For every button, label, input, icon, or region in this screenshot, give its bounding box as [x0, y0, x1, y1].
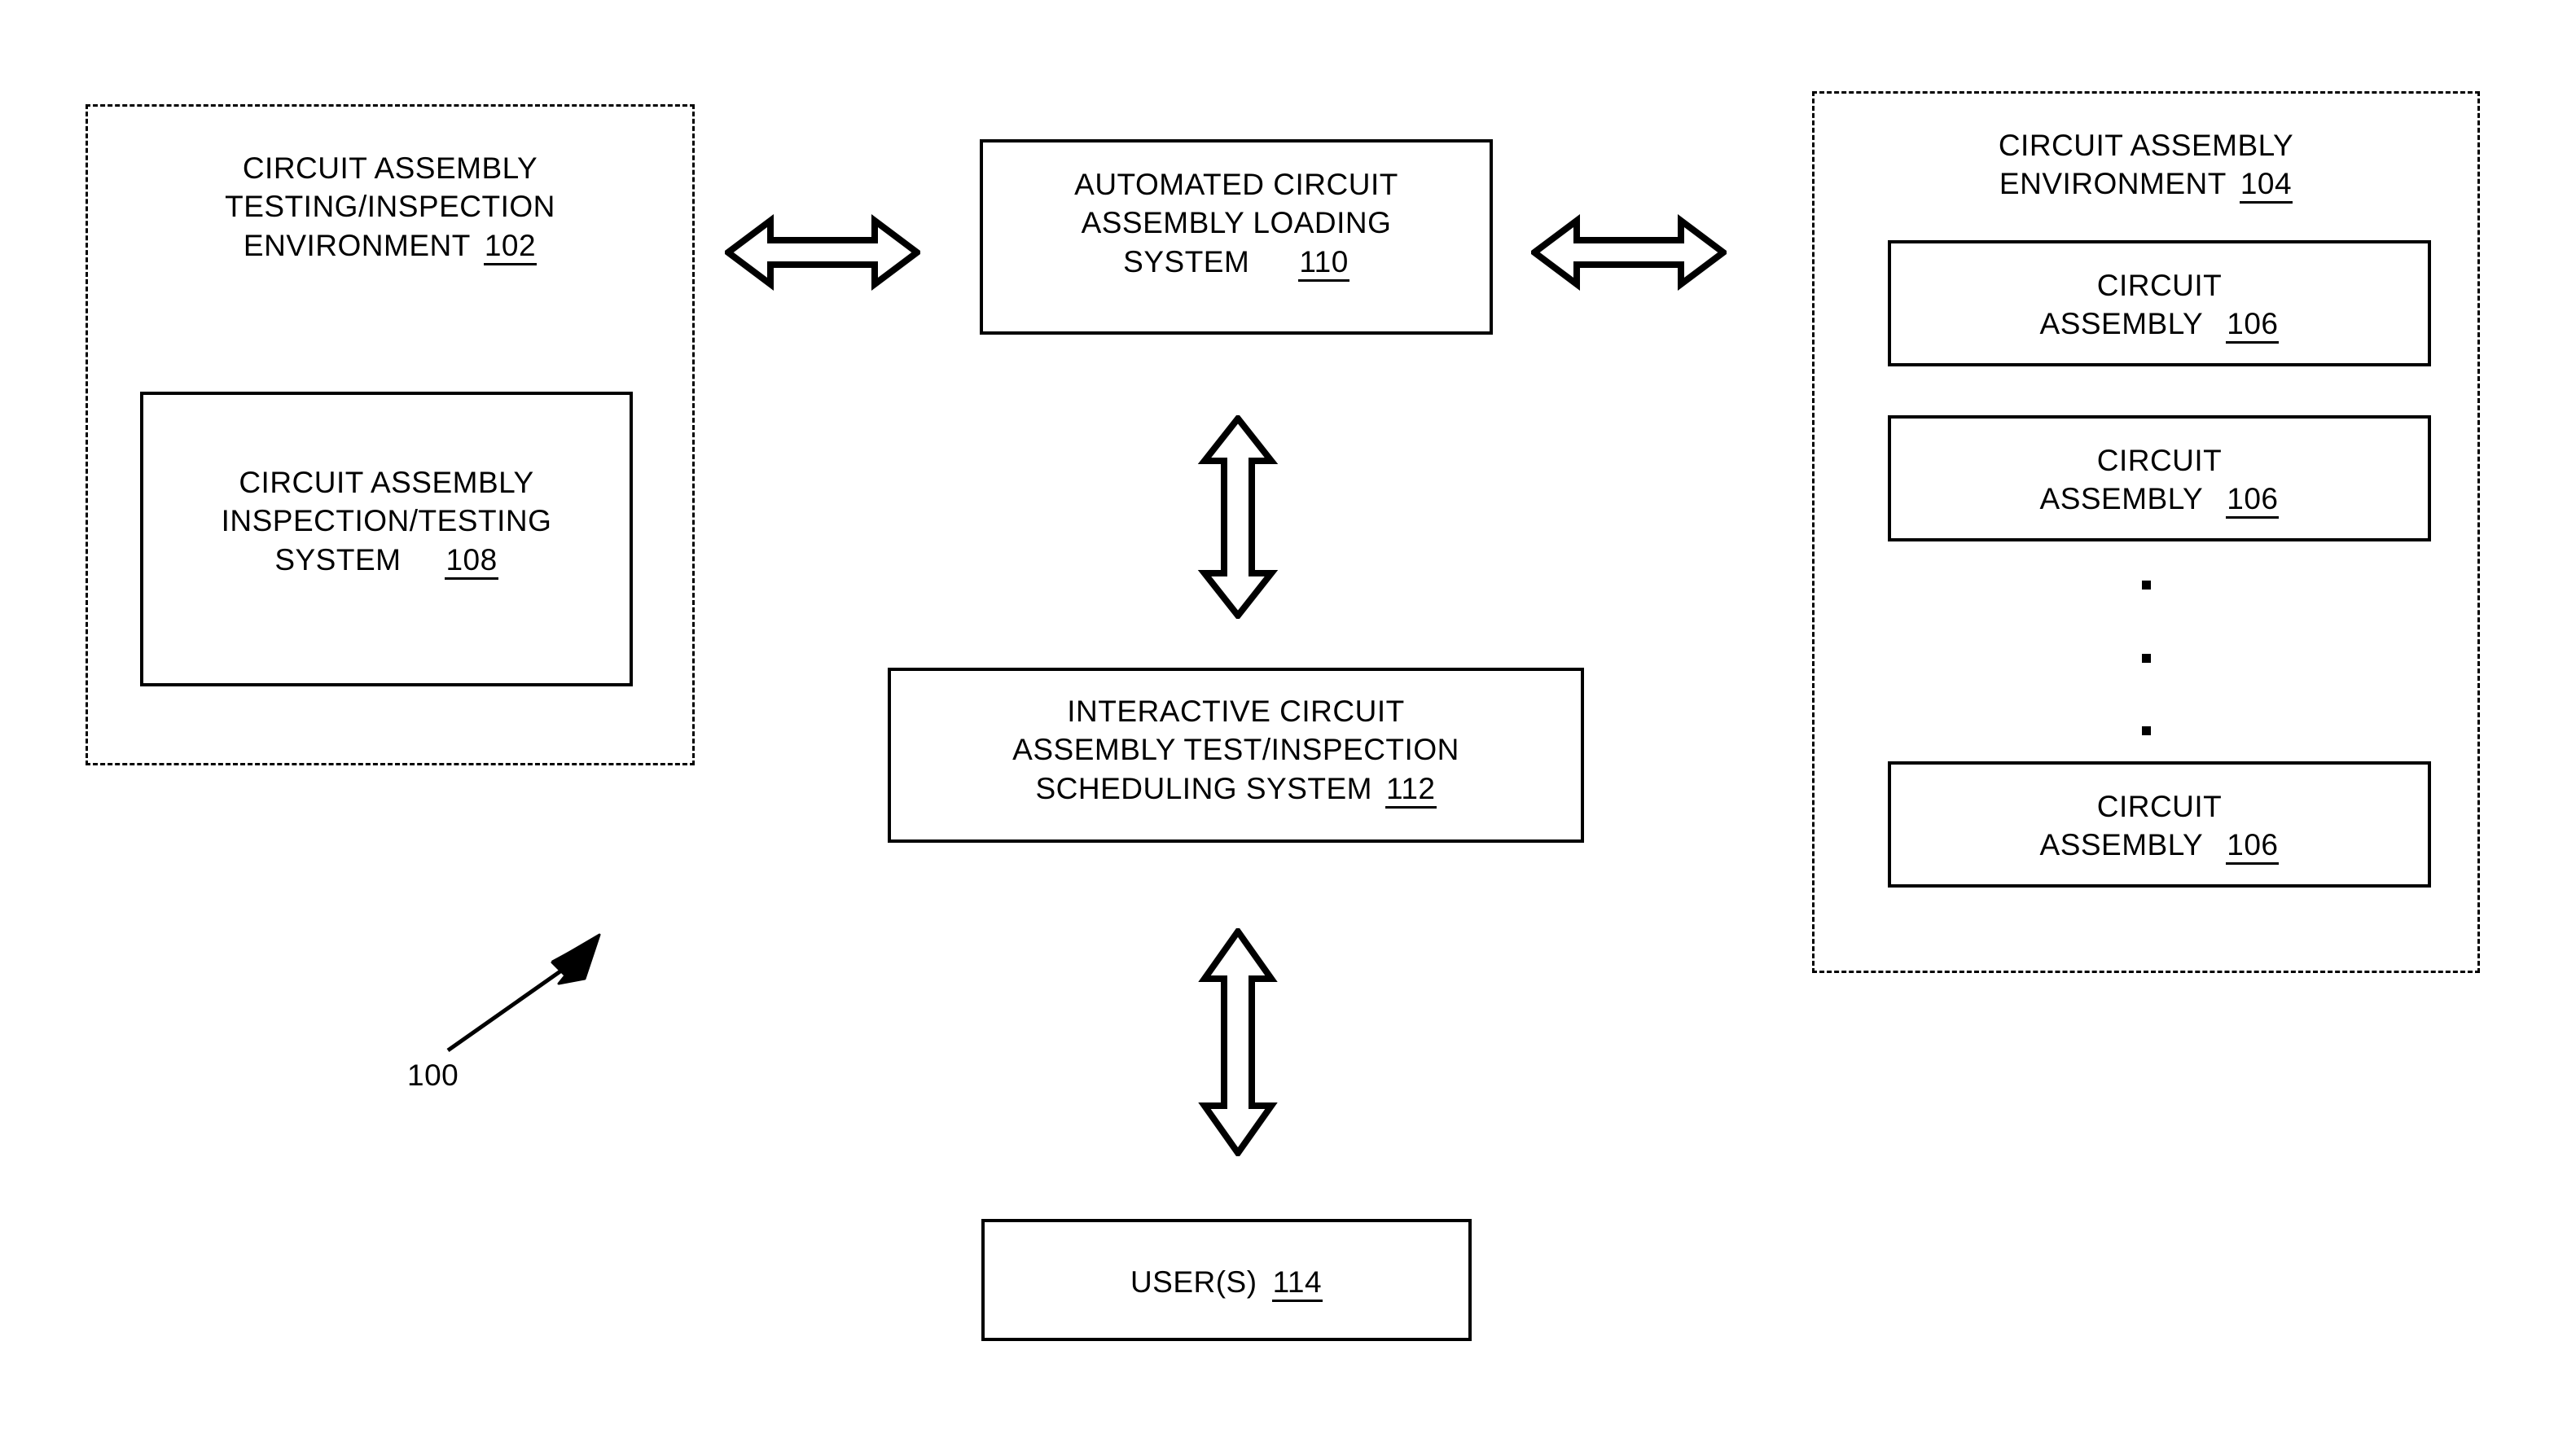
- scheduling-system-ref: 112: [1385, 774, 1437, 809]
- circuit-assembly-testing-inspection-environment: CIRCUIT ASSEMBLY TESTING/INSPECTION ENVI…: [86, 104, 695, 765]
- assembly-2-line2: ASSEMBLY: [2039, 482, 2204, 516]
- loading-system-line1: AUTOMATED CIRCUIT: [1074, 168, 1398, 201]
- circuit-assembly-inspection-testing-system: CIRCUIT ASSEMBLY INSPECTION/TESTING SYST…: [140, 392, 633, 686]
- scheduling-system-line3: SCHEDULING SYSTEM: [1035, 771, 1372, 805]
- inner-system-ref: 108: [445, 545, 498, 580]
- assembly-3-line2: ASSEMBLY: [2039, 828, 2204, 862]
- ellipsis-dot-3: [2141, 726, 2151, 735]
- ellipsis-dot-2: [2141, 653, 2151, 663]
- left-env-title-line1: CIRCUIT ASSEMBLY: [242, 151, 538, 185]
- right-env-title-line1: CIRCUIT ASSEMBLY: [1998, 129, 2294, 162]
- scheduling-system-line2: ASSEMBLY TEST/INSPECTION: [1012, 733, 1459, 767]
- left-env-title-line2: TESTING/INSPECTION: [225, 190, 555, 224]
- ellipsis-dot-1: [2141, 581, 2151, 590]
- arrow-scheduling-system-to-users: [1185, 928, 1291, 1156]
- inner-system-line1: CIRCUIT ASSEMBLY: [239, 466, 534, 499]
- assembly-3-ref: 106: [2226, 830, 2280, 866]
- right-env-title-line2: ENVIRONMENT: [1999, 167, 2227, 201]
- assembly-1-line2: ASSEMBLY: [2039, 307, 2204, 341]
- left-env-title-line3: ENVIRONMENT: [243, 228, 471, 262]
- assembly-2-label: CIRCUIT ASSEMBLY 106: [1891, 441, 2428, 519]
- assembly-3-label: CIRCUIT ASSEMBLY 106: [1891, 787, 2428, 866]
- automated-circuit-assembly-loading-system: AUTOMATED CIRCUIT ASSEMBLY LOADING SYSTE…: [980, 139, 1493, 335]
- arrow-loading-system-to-scheduling-system: [1185, 415, 1291, 619]
- assembly-2-ref: 106: [2226, 484, 2280, 519]
- arrow-env102-to-loading-system: [725, 208, 920, 297]
- loading-system-label: AUTOMATED CIRCUIT ASSEMBLY LOADING SYSTE…: [983, 165, 1490, 282]
- users-text: USER(S): [1130, 1265, 1257, 1299]
- assembly-2-line1: CIRCUIT: [2096, 444, 2223, 477]
- overall-figure-ref: 100: [407, 1059, 459, 1092]
- scheduling-system-label: INTERACTIVE CIRCUIT ASSEMBLY TEST/INSPEC…: [891, 692, 1581, 809]
- users-ref: 114: [1271, 1267, 1323, 1302]
- inner-system-line3: SYSTEM: [274, 542, 402, 576]
- left-environment-title: CIRCUIT ASSEMBLY TESTING/INSPECTION ENVI…: [88, 149, 692, 265]
- assembly-1-line1: CIRCUIT: [2096, 269, 2223, 302]
- arrow-loading-system-to-env104: [1531, 208, 1727, 297]
- assembly-1-label: CIRCUIT ASSEMBLY 106: [1891, 266, 2428, 344]
- left-env-ref: 102: [483, 230, 538, 265]
- circuit-assembly-box-1: CIRCUIT ASSEMBLY 106: [1888, 240, 2431, 366]
- loading-system-ref: 110: [1298, 247, 1349, 282]
- users-box: USER(S) 114: [981, 1219, 1472, 1341]
- loading-system-line2: ASSEMBLY LOADING: [1081, 206, 1392, 240]
- patent-figure: CIRCUIT ASSEMBLY TESTING/INSPECTION ENVI…: [0, 0, 2576, 1429]
- users-label: USER(S) 114: [985, 1263, 1468, 1302]
- overall-ref-leader-arrow: [440, 928, 619, 1059]
- right-env-ref: 104: [2239, 169, 2293, 204]
- loading-system-line3: SYSTEM: [1123, 244, 1250, 278]
- scheduling-system-line1: INTERACTIVE CIRCUIT: [1067, 695, 1405, 728]
- inner-system-label: CIRCUIT ASSEMBLY INSPECTION/TESTING SYST…: [143, 463, 630, 580]
- assembly-3-line1: CIRCUIT: [2096, 790, 2223, 823]
- interactive-circuit-assembly-test-inspection-scheduling-system: INTERACTIVE CIRCUIT ASSEMBLY TEST/INSPEC…: [888, 668, 1584, 843]
- circuit-assembly-environment: CIRCUIT ASSEMBLY ENVIRONMENT 104 CIRCUIT …: [1812, 91, 2480, 973]
- right-environment-title: CIRCUIT ASSEMBLY ENVIRONMENT 104: [1815, 126, 2477, 204]
- circuit-assembly-box-3: CIRCUIT ASSEMBLY 106: [1888, 761, 2431, 888]
- circuit-assembly-box-2: CIRCUIT ASSEMBLY 106: [1888, 415, 2431, 541]
- assembly-1-ref: 106: [2226, 309, 2280, 344]
- vertical-ellipsis-icon: [2141, 581, 2151, 735]
- inner-system-line2: INSPECTION/TESTING: [221, 504, 552, 538]
